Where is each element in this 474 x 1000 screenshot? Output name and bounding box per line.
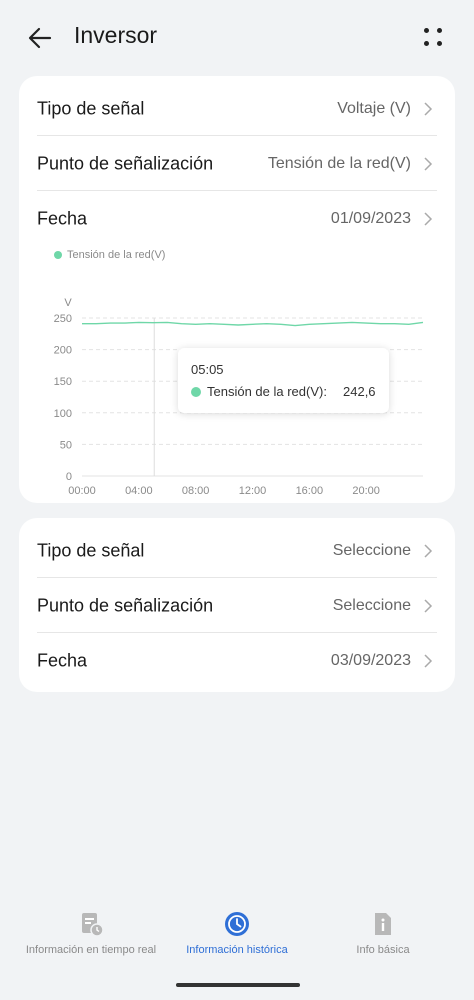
y-tick-label: 100	[54, 408, 72, 420]
chevron-right-icon	[424, 653, 433, 668]
more-dot	[424, 41, 429, 46]
nav-label: Información en tiempo real	[25, 944, 157, 956]
voltage-line-chart[interactable]: 0 50 100 150 200 250 V 00:00 04:00 08:00 12:00 16:0…	[19, 76, 455, 503]
y-tick-label: 50	[60, 439, 72, 451]
more-dot	[437, 28, 442, 33]
app-header: Inversor	[0, 0, 474, 74]
signal-type-value: Seleccione	[332, 541, 411, 559]
chevron-right-icon	[424, 598, 433, 613]
tooltip-time: 05:05	[191, 362, 224, 377]
comparison-query-card: Tipo de señal Seleccione Punto de señali…	[19, 518, 455, 692]
chart-tooltip: 05:05 Tensión de la red(V): 242,6	[178, 348, 389, 413]
back-button[interactable]	[22, 20, 58, 56]
more-dot	[437, 41, 442, 46]
signal-query-card: Tipo de señal Voltaje (V) Punto de señal…	[19, 76, 455, 503]
y-tick-label: 150	[54, 376, 72, 388]
y-tick-label: 250	[54, 313, 72, 325]
info-doc-icon	[375, 913, 391, 935]
signal-type-label: Tipo de señal	[37, 540, 145, 560]
nav-label: Info básica	[356, 944, 410, 956]
signal-point-value: Seleccione	[332, 596, 411, 614]
x-tick-label: 00:00	[68, 485, 96, 497]
history-clock-icon	[225, 912, 249, 936]
x-tick-label: 04:00	[125, 485, 153, 497]
home-indicator[interactable]	[176, 983, 300, 987]
tooltip-series-label: Tensión de la red(V):	[207, 384, 327, 399]
date-label: Fecha	[37, 650, 88, 670]
nav-realtime-info[interactable]: Información en tiempo real	[12, 910, 170, 980]
signal-point-row-2[interactable]: Punto de señalización Seleccione	[37, 578, 437, 633]
y-tick-label: 200	[54, 345, 72, 357]
more-options-button[interactable]	[416, 22, 450, 52]
nav-label: Información histórica	[186, 944, 288, 956]
date-value: 03/09/2023	[330, 651, 411, 669]
signal-type-row-2[interactable]: Tipo de señal Seleccione	[37, 523, 437, 578]
x-tick-label: 08:00	[182, 485, 210, 497]
x-tick-label: 12:00	[239, 485, 267, 497]
date-row-2[interactable]: Fecha 03/09/2023	[37, 633, 437, 688]
x-tick-label: 20:00	[352, 485, 380, 497]
x-tick-label: 16:00	[296, 485, 324, 497]
y-axis-unit-label: V	[64, 297, 72, 309]
nav-basic-info[interactable]: Info básica	[304, 910, 462, 980]
series-line-tension-red	[82, 321, 424, 327]
arrow-left-icon	[28, 27, 52, 49]
y-tick-label: 0	[66, 471, 72, 483]
page-title: Inversor	[74, 22, 158, 48]
tooltip-dot-icon	[191, 387, 201, 397]
tooltip-value: 242,6	[343, 384, 376, 399]
nav-history-info[interactable]: Información histórica	[158, 910, 316, 980]
chevron-right-icon	[424, 543, 433, 558]
more-dots-icon	[424, 28, 429, 33]
signal-point-label: Punto de señalización	[37, 595, 214, 615]
realtime-doc-icon	[82, 913, 104, 937]
tooltip-series-name: Tensión de la red(V)	[207, 384, 324, 399]
